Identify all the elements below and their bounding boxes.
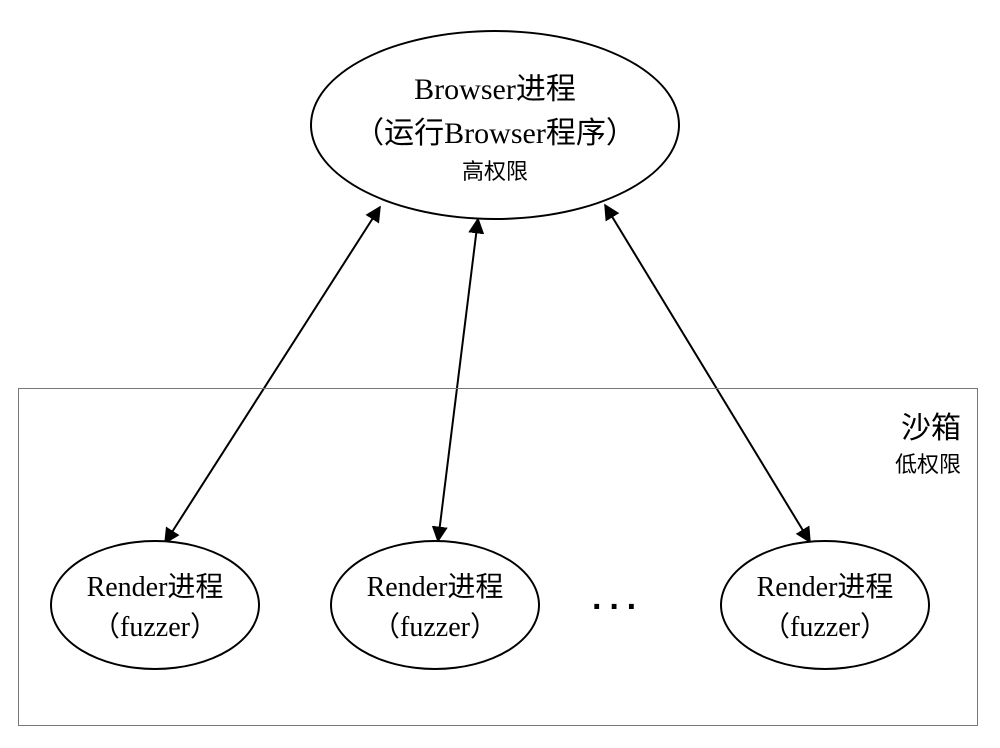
sandbox-label: 沙箱 低权限 [895,403,961,479]
browser-line1: Browser进程 [414,64,576,108]
browser-line3: 高权限 [462,154,528,186]
ellipsis-dots: ··· [592,588,644,627]
render3-line1: Render进程 [757,565,894,605]
render-process-node-2: Render进程 （fuzzer） [330,540,540,670]
render1-line1: Render进程 [87,565,224,605]
render-process-node-1: Render进程 （fuzzer） [50,540,260,670]
sandbox-subtitle: 低权限 [895,447,961,479]
browser-line2: （运行Browser程序） [354,108,636,152]
render2-line1: Render进程 [367,565,504,605]
render-process-node-3: Render进程 （fuzzer） [720,540,930,670]
render1-line2: （fuzzer） [92,605,218,645]
render3-line2: （fuzzer） [762,605,888,645]
browser-process-node: Browser进程 （运行Browser程序） 高权限 [310,30,680,220]
render2-line2: （fuzzer） [372,605,498,645]
diagram-stage: Browser进程 （运行Browser程序） 高权限 沙箱 低权限 Rende… [0,0,1000,748]
sandbox-title: 沙箱 [895,403,961,447]
